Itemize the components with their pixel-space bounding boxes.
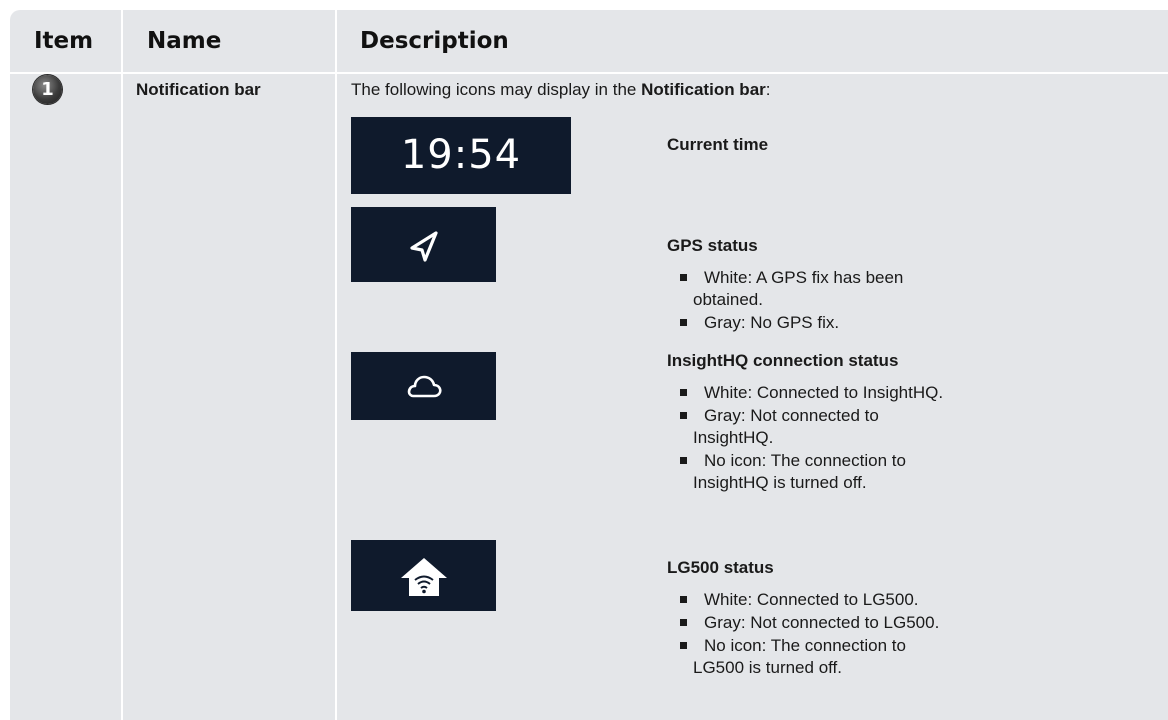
bullet-square-icon (680, 642, 687, 649)
bullet-square-icon (680, 274, 687, 281)
list-item: Gray: Not connected to LG500. (667, 612, 1007, 634)
bullet-square-icon (680, 596, 687, 603)
navigation-arrow-icon (410, 231, 438, 262)
bullet-text: No icon: The connection to (704, 636, 906, 655)
entry-title-insighthq-status: InsightHQ connection status (667, 351, 899, 370)
header-description: Description (360, 28, 509, 54)
item-table: Item Name Description 1 Notification bar… (10, 10, 1168, 720)
bullet-text-cont: obtained. (693, 290, 763, 309)
column-divider (335, 10, 337, 720)
clock-display: 19:54 (351, 117, 571, 194)
bullet-text-cont: LG500 is turned off. (693, 658, 843, 677)
list-item: Gray: Not connected to InsightHQ. (667, 405, 1007, 449)
bullet-square-icon (680, 412, 687, 419)
table-header: Item Name Description (10, 10, 1168, 74)
lg500-status-bullets: White: Connected to LG500. Gray: Not con… (667, 589, 1007, 680)
header-name: Name (147, 28, 222, 54)
clock-text: 19:54 (400, 132, 522, 178)
bullet-text: White: A GPS fix has been (704, 268, 904, 287)
description-intro: The following icons may display in the N… (351, 80, 771, 100)
row-name: Notification bar (136, 80, 261, 99)
cloud-icon (407, 375, 442, 398)
bullet-text: White: Connected to InsightHQ. (704, 383, 944, 402)
bullet-text: White: Connected to LG500. (704, 590, 919, 609)
list-item: White: Connected to LG500. (667, 589, 1007, 611)
bullet-text: Gray: Not connected to LG500. (704, 613, 940, 632)
bullet-square-icon (680, 619, 687, 626)
bullet-text: Gray: No GPS fix. (704, 313, 840, 332)
entry-title-current-time: Current time (667, 135, 769, 154)
list-item: White: A GPS fix has been obtained. (667, 267, 1007, 311)
list-item: White: Connected to InsightHQ. (667, 382, 1007, 404)
entry-title-lg500-status: LG500 status (667, 558, 774, 577)
bullet-square-icon (680, 457, 687, 464)
bullet-text-cont: InsightHQ is turned off. (693, 473, 867, 492)
entry-title-gps-status: GPS status (667, 236, 758, 255)
header-item: Item (34, 28, 94, 54)
list-item: No icon: The connection to InsightHQ is … (667, 450, 1007, 494)
item-number-badge: 1 (33, 75, 62, 104)
lg500-status-icon-box (351, 540, 496, 611)
insighthq-status-icon-box (351, 352, 496, 420)
bullet-square-icon (680, 389, 687, 396)
gps-status-bullets: White: A GPS fix has been obtained. Gray… (667, 267, 1007, 335)
item-number: 1 (41, 79, 54, 100)
bullet-text: No icon: The connection to (704, 451, 906, 470)
intro-bold: Notification bar (641, 80, 766, 99)
bullet-text: Gray: Not connected to (704, 406, 879, 425)
list-item: Gray: No GPS fix. (667, 312, 1007, 334)
house-wifi-icon (401, 558, 447, 596)
gps-status-icon-box (351, 207, 496, 282)
column-divider (121, 10, 123, 720)
insighthq-status-bullets: White: Connected to InsightHQ. Gray: Not… (667, 382, 1007, 495)
bullet-square-icon (680, 319, 687, 326)
list-item: No icon: The connection to LG500 is turn… (667, 635, 1007, 679)
intro-prefix: The following icons may display in the (351, 80, 642, 99)
intro-suffix: : (765, 80, 771, 99)
bullet-text-cont: InsightHQ. (693, 428, 774, 447)
